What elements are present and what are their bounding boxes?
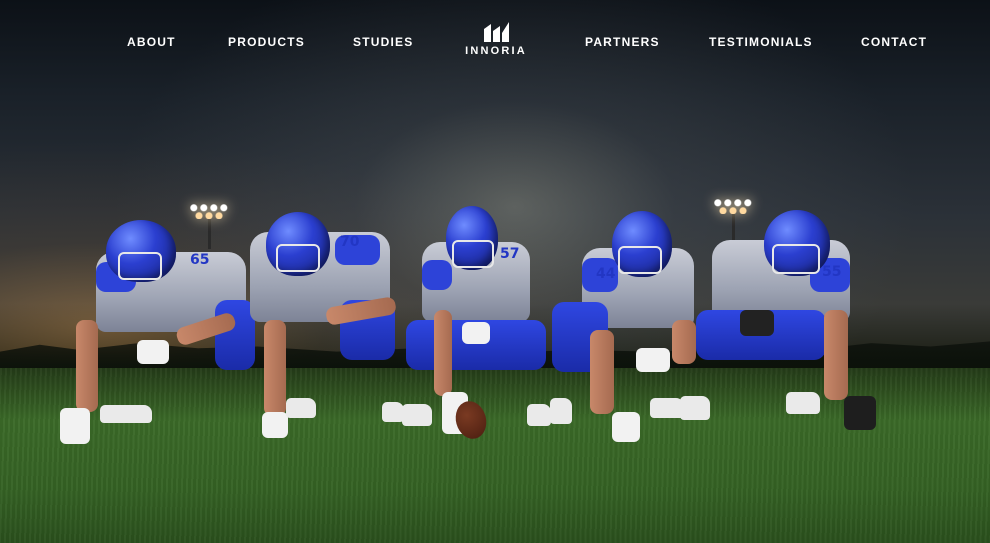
- jersey-number: 55: [822, 264, 842, 280]
- nav-link-testimonials[interactable]: TESTIMONIALS: [709, 35, 813, 49]
- main-navigation: ABOUT PRODUCTS STUDIES INNORIA PARTNERS …: [0, 0, 990, 80]
- jersey-number: 44: [596, 266, 616, 282]
- nav-link-contact[interactable]: CONTACT: [861, 35, 927, 49]
- innoria-logo-icon: [484, 22, 509, 42]
- stadium-light-left-icon: [189, 203, 229, 249]
- nav-link-partners[interactable]: PARTNERS: [585, 35, 660, 49]
- stadium-light-right-icon: [713, 198, 753, 244]
- nav-link-studies[interactable]: STUDIES: [353, 35, 413, 49]
- nav-link-about[interactable]: ABOUT: [127, 35, 176, 49]
- brand-name: INNORIA: [465, 45, 527, 57]
- jersey-number: 70: [340, 234, 360, 250]
- nav-link-products[interactable]: PRODUCTS: [228, 35, 305, 49]
- jersey-number: 57: [500, 246, 520, 262]
- brand-logo[interactable]: INNORIA: [462, 22, 530, 62]
- landing-page: 65 70 57 44 55 ABOUT PRODUCTS STUDIES IN…: [0, 0, 990, 543]
- jersey-number: 65: [190, 252, 210, 268]
